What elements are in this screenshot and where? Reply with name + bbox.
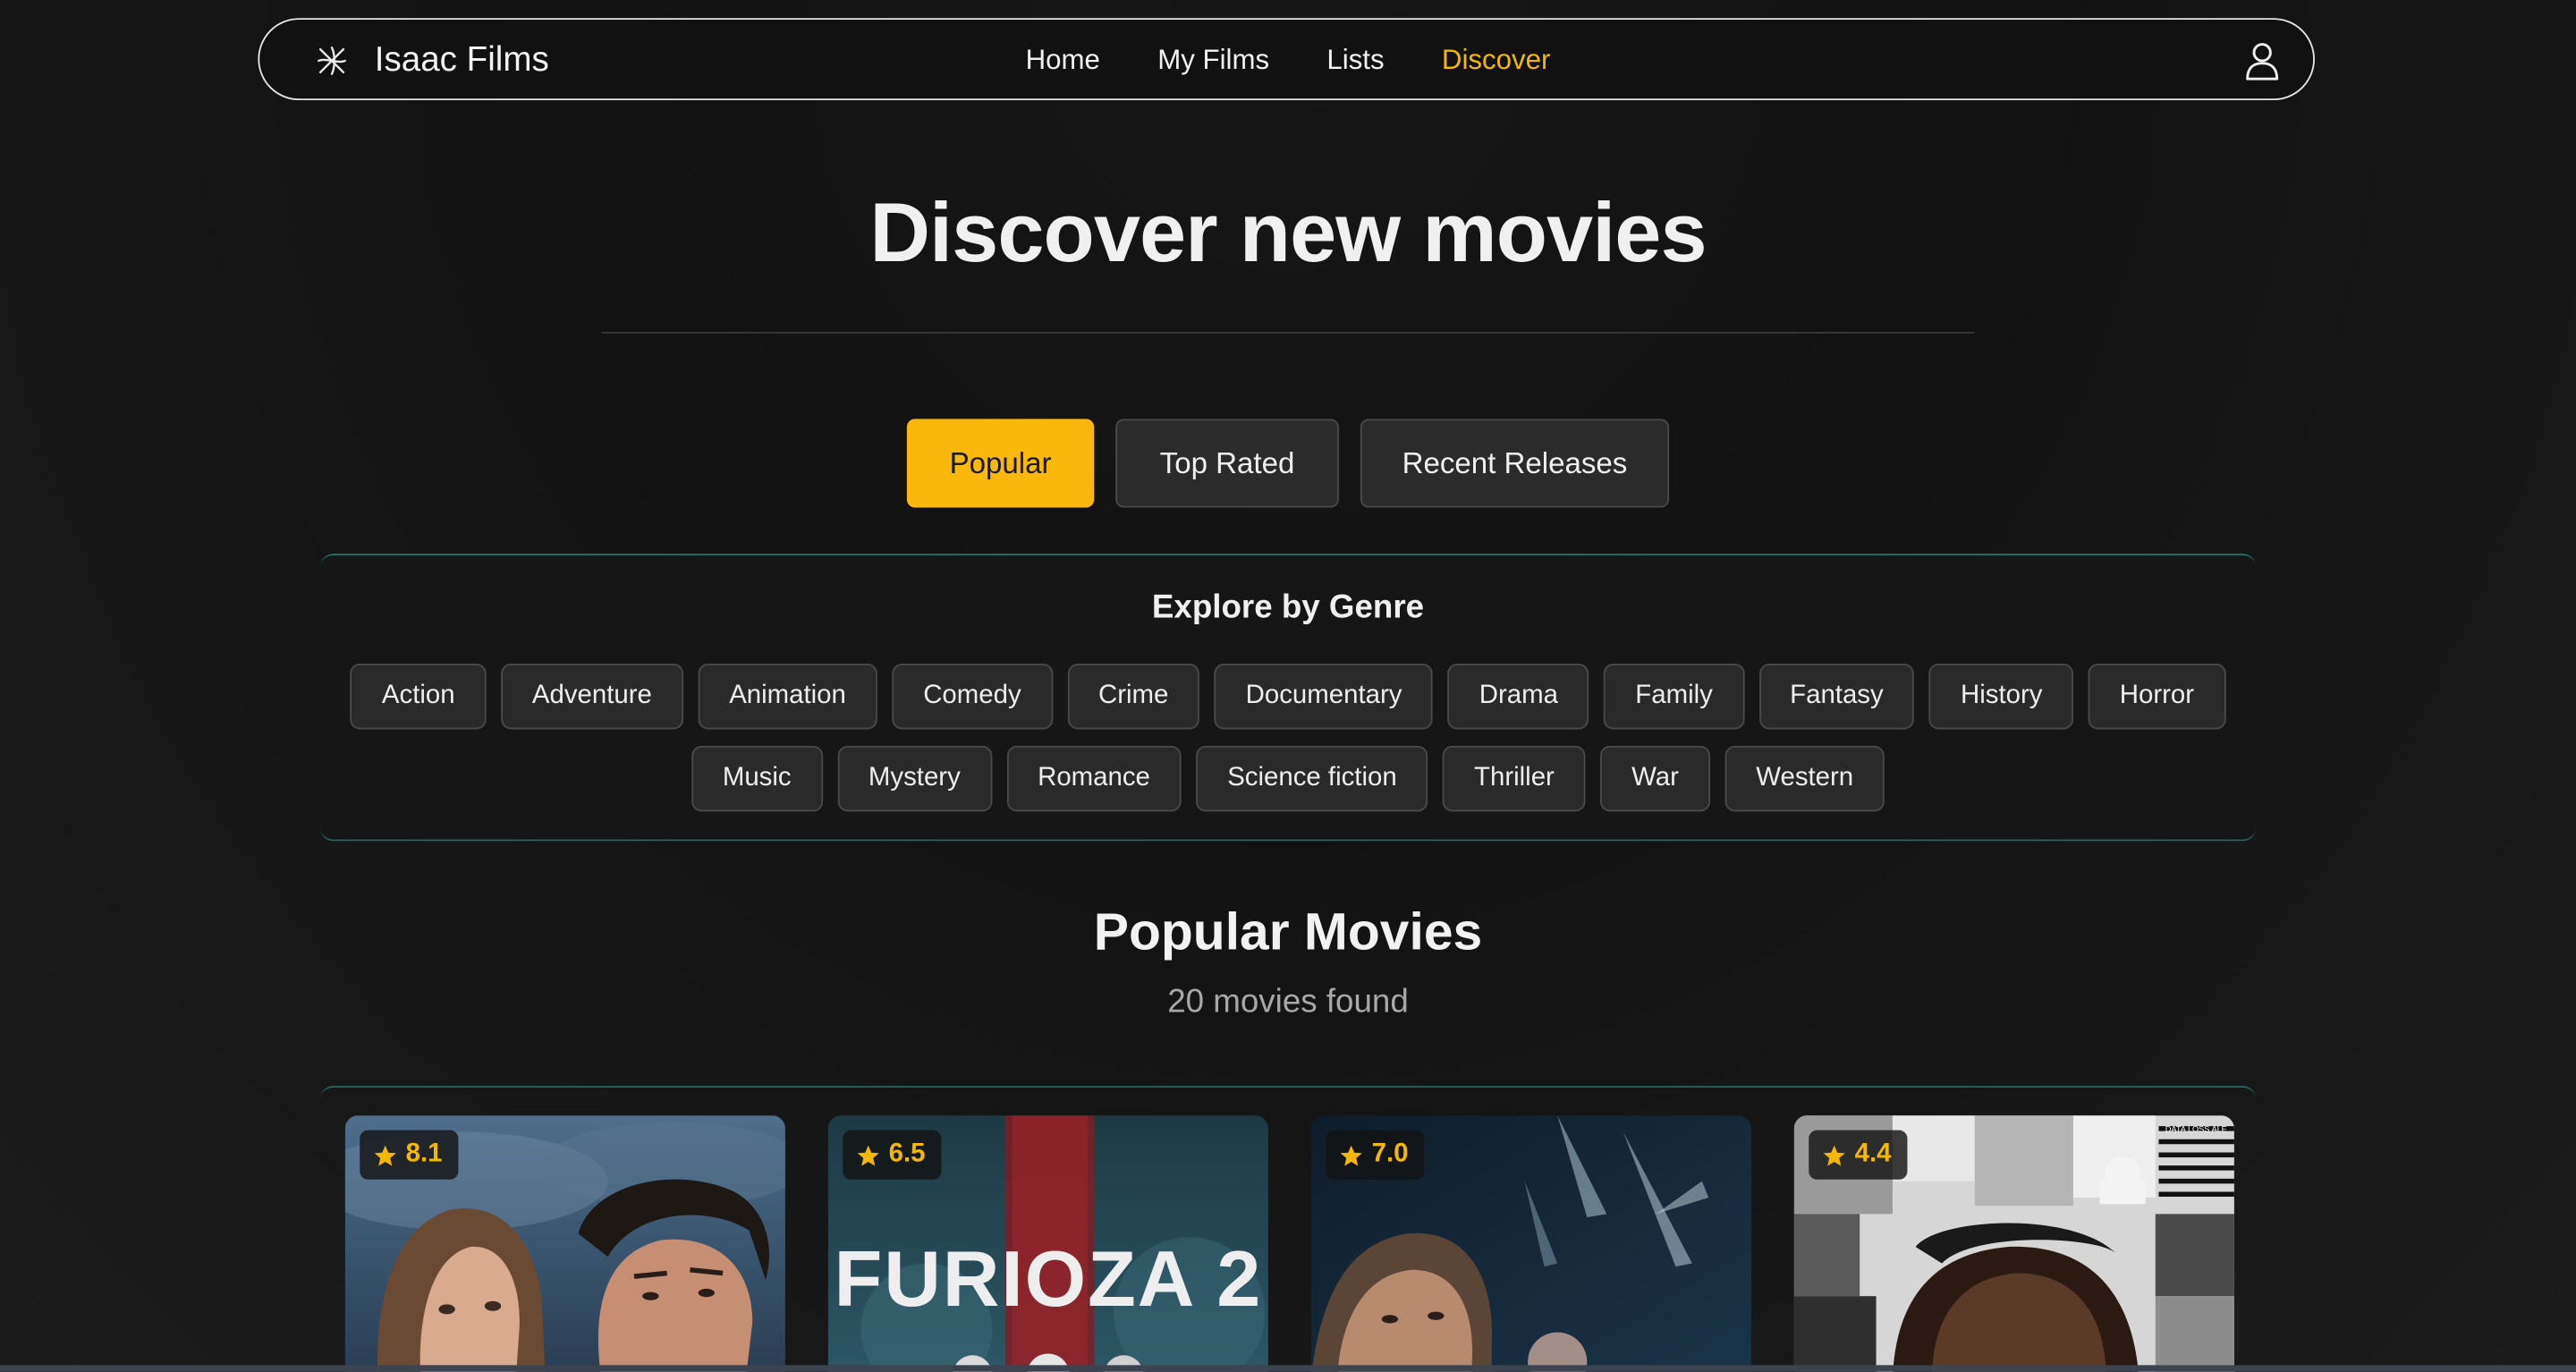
movie-grid: 8.1 FURIOZA 2 6.5 7.0 DATA LOSS ALE 4.4 bbox=[344, 1115, 2234, 1372]
tab-recent-releases[interactable]: Recent Releases bbox=[1360, 419, 1670, 508]
user-icon[interactable] bbox=[2244, 41, 2280, 80]
genre-chip-war[interactable]: War bbox=[1600, 745, 1710, 812]
nav-link-discover[interactable]: Discover bbox=[1442, 45, 1550, 78]
genre-chip-science-fiction[interactable]: Science fiction bbox=[1196, 745, 1428, 812]
movie-card[interactable]: FURIOZA 2 6.5 bbox=[827, 1115, 1268, 1372]
genre-chip-music[interactable]: Music bbox=[691, 745, 823, 812]
star-icon bbox=[1340, 1144, 1362, 1165]
window-bottom-edge bbox=[0, 1365, 2576, 1372]
genre-chip-horror[interactable]: Horror bbox=[2088, 664, 2225, 730]
rating-badge: 6.5 bbox=[843, 1130, 942, 1180]
genre-chip-adventure[interactable]: Adventure bbox=[501, 664, 683, 730]
movie-card[interactable]: 7.0 bbox=[1310, 1115, 1751, 1372]
rating-badge: 4.4 bbox=[1809, 1130, 1908, 1180]
rating-value: 7.0 bbox=[1371, 1139, 1409, 1168]
top-navbar: Isaac Films Home My Films Lists Discover bbox=[258, 18, 2315, 102]
movie-card[interactable]: DATA LOSS ALE 4.4 bbox=[1793, 1115, 2234, 1372]
nav-link-my-films[interactable]: My Films bbox=[1157, 45, 1269, 78]
rating-badge: 7.0 bbox=[1326, 1130, 1425, 1180]
genre-chip-thriller[interactable]: Thriller bbox=[1443, 745, 1586, 812]
genre-panel: Explore by Genre Action Adventure Animat… bbox=[320, 553, 2256, 842]
genre-chip-comedy[interactable]: Comedy bbox=[892, 664, 1053, 730]
star-icon bbox=[374, 1144, 396, 1165]
genre-chip-western[interactable]: Western bbox=[1724, 745, 1885, 812]
genre-chip-romance[interactable]: Romance bbox=[1006, 745, 1182, 812]
genre-chip-crime[interactable]: Crime bbox=[1067, 664, 1200, 730]
nav-link-lists[interactable]: Lists bbox=[1326, 45, 1384, 78]
rating-badge: 8.1 bbox=[360, 1130, 459, 1180]
title-divider bbox=[601, 332, 1975, 334]
nav-links: Home My Films Lists Discover bbox=[259, 20, 2313, 102]
category-tabs: Popular Top Rated Recent Releases bbox=[0, 419, 2576, 508]
poster-caption: DATA LOSS ALE bbox=[2165, 1125, 2227, 1134]
genre-row: Music Mystery Romance Science fiction Th… bbox=[320, 745, 2256, 812]
star-icon bbox=[1823, 1144, 1845, 1165]
rating-value: 8.1 bbox=[405, 1139, 443, 1168]
genre-chip-fantasy[interactable]: Fantasy bbox=[1758, 664, 1915, 730]
app-root: Isaac Films Home My Films Lists Discover… bbox=[0, 0, 2576, 1372]
poster-title: FURIOZA 2 bbox=[835, 1234, 1263, 1323]
star-icon bbox=[857, 1144, 879, 1165]
rating-value: 6.5 bbox=[888, 1139, 926, 1168]
genre-chip-action[interactable]: Action bbox=[350, 664, 487, 730]
page-title: Discover new movies bbox=[869, 185, 1707, 280]
genre-chip-documentary[interactable]: Documentary bbox=[1214, 664, 1434, 730]
genre-chip-mystery[interactable]: Mystery bbox=[837, 745, 992, 812]
results-divider bbox=[320, 1086, 2256, 1119]
tab-popular[interactable]: Popular bbox=[906, 419, 1095, 508]
genre-chip-animation[interactable]: Animation bbox=[698, 664, 877, 730]
section-title: Popular Movies bbox=[1093, 902, 1483, 961]
rating-value: 4.4 bbox=[1854, 1139, 1892, 1168]
genre-chip-drama[interactable]: Drama bbox=[1447, 664, 1589, 730]
genre-title: Explore by Genre bbox=[1151, 589, 1425, 626]
genre-chip-family[interactable]: Family bbox=[1604, 664, 1744, 730]
genre-row: Action Adventure Animation Comedy Crime … bbox=[320, 664, 2256, 730]
movie-card[interactable]: 8.1 bbox=[344, 1115, 785, 1372]
nav-link-home[interactable]: Home bbox=[1026, 45, 1100, 78]
genre-chip-history[interactable]: History bbox=[1929, 664, 2074, 730]
tab-top-rated[interactable]: Top Rated bbox=[1115, 419, 1339, 508]
result-count: 20 movies found bbox=[1167, 984, 1409, 1021]
